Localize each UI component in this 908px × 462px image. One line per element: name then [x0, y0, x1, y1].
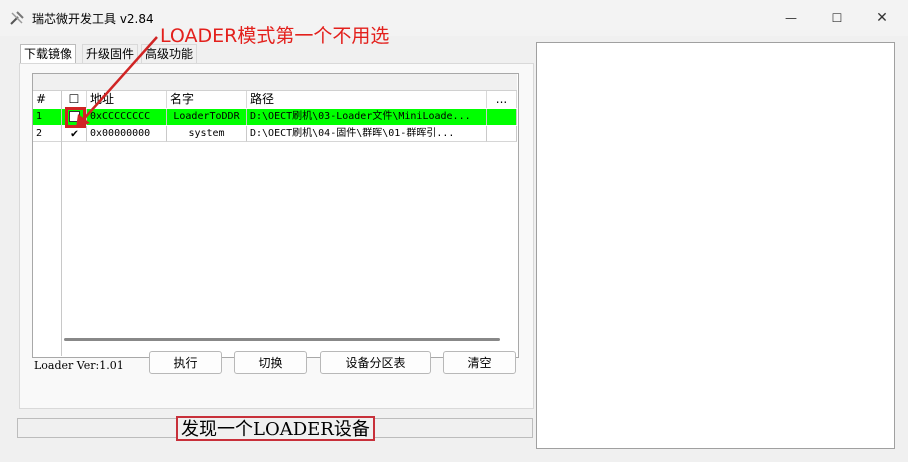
- window-title: 瑞芯微开发工具 v2.84: [32, 12, 154, 26]
- tab-upgrade-firmware[interactable]: 升级固件: [82, 44, 139, 63]
- switch-button[interactable]: 切换: [234, 351, 307, 374]
- column-header-address[interactable]: 地址: [87, 91, 167, 108]
- horizontal-scrollbar[interactable]: [64, 338, 500, 341]
- row-path[interactable]: D:\OECT刷机\03-Loader文件\MiniLoade...: [247, 109, 487, 125]
- minimize-button[interactable]: —: [768, 6, 814, 30]
- partition-table-button[interactable]: 设备分区表: [320, 351, 431, 374]
- list-top-band: [33, 74, 517, 91]
- tab-download-image[interactable]: 下载镜像: [20, 44, 77, 63]
- column-header-check-all[interactable]: ☐: [62, 91, 87, 108]
- clear-button[interactable]: 清空: [443, 351, 516, 374]
- row-name[interactable]: system: [167, 126, 247, 142]
- checkmark-icon[interactable]: ✔: [69, 127, 80, 139]
- annotation-highlight-box: [65, 107, 86, 128]
- row-index[interactable]: 2: [33, 126, 62, 142]
- annotation-note: LOADER模式第一个不用选: [160, 25, 390, 47]
- column-header-index[interactable]: #: [33, 91, 62, 108]
- close-button[interactable]: ✕: [859, 6, 905, 30]
- column-header-name[interactable]: 名字: [167, 91, 247, 108]
- row-address[interactable]: 0xCCCCCCCC: [87, 109, 167, 125]
- column-header-more[interactable]: ...: [487, 91, 517, 108]
- row-address[interactable]: 0x00000000: [87, 126, 167, 142]
- tools-icon: [10, 11, 24, 25]
- column-header-path[interactable]: 路径: [247, 91, 487, 108]
- row-check-cell[interactable]: ✔: [62, 126, 87, 142]
- status-message: 发现一个LOADER设备: [176, 416, 375, 441]
- row-path[interactable]: D:\OECT刷机\04-固件\群晖\01-群晖引...: [247, 126, 487, 142]
- column-divider: [61, 91, 62, 356]
- log-pane[interactable]: [536, 42, 895, 449]
- loader-version-label: Loader Ver:1.01: [34, 359, 124, 372]
- row-more[interactable]: [487, 109, 517, 125]
- row-more[interactable]: [487, 126, 517, 142]
- row-index[interactable]: 1: [33, 109, 62, 125]
- maximize-button[interactable]: ☐: [814, 6, 860, 30]
- run-button[interactable]: 执行: [149, 351, 222, 374]
- row-name[interactable]: LoaderToDDR: [167, 109, 247, 125]
